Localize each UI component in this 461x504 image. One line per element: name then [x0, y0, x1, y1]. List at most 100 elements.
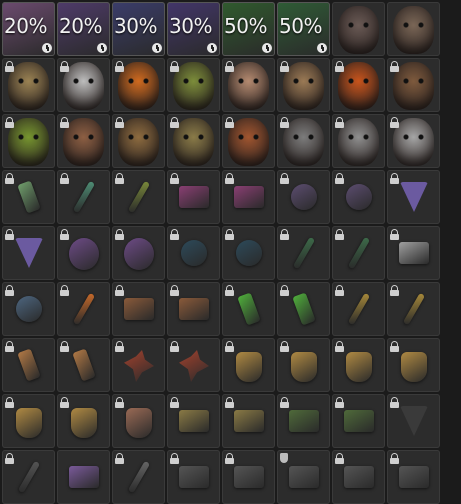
item-tile[interactable]: [112, 282, 165, 336]
item-tile[interactable]: [332, 394, 385, 448]
item-tile[interactable]: [167, 226, 220, 280]
partial-5-icon: [234, 466, 264, 488]
lock-icon: [115, 453, 124, 464]
lock-icon: [225, 341, 234, 352]
item-tile[interactable]: [112, 450, 165, 504]
item-tile[interactable]: [387, 450, 440, 504]
eyes-icon: [16, 78, 41, 84]
item-tile[interactable]: [112, 170, 165, 224]
lock-icon: [170, 341, 179, 352]
lock-icon: [280, 285, 289, 296]
avatar-tile[interactable]: [2, 114, 55, 168]
item-tile[interactable]: [387, 226, 440, 280]
item-tile[interactable]: [2, 226, 55, 280]
item-tile[interactable]: [57, 394, 110, 448]
avatar-tile[interactable]: [57, 58, 110, 112]
lock-icon: [225, 453, 234, 464]
item-tile[interactable]: [222, 282, 275, 336]
lock-icon: [280, 397, 289, 408]
item-tile[interactable]: [167, 394, 220, 448]
item-tile[interactable]: [222, 170, 275, 224]
item-tile[interactable]: [2, 170, 55, 224]
bonus-tile[interactable]: 30%: [167, 2, 220, 56]
item-tile[interactable]: [222, 394, 275, 448]
avatar-tile[interactable]: [332, 2, 385, 56]
item-tile[interactable]: [167, 338, 220, 392]
avatar-tile[interactable]: [2, 58, 55, 112]
item-tile[interactable]: [2, 282, 55, 336]
item-tile[interactable]: [332, 282, 385, 336]
item-tile[interactable]: [387, 338, 440, 392]
item-tile[interactable]: [57, 338, 110, 392]
item-tile[interactable]: [57, 282, 110, 336]
mummy-face-icon: [118, 118, 159, 166]
bonus-percent: 30%: [169, 14, 212, 38]
avatar-tile[interactable]: [387, 58, 440, 112]
item-tile[interactable]: [167, 170, 220, 224]
lock-icon: [280, 173, 289, 184]
item-tile[interactable]: [387, 394, 440, 448]
item-tile[interactable]: [2, 450, 55, 504]
avatar-tile[interactable]: [387, 2, 440, 56]
bonus-tile[interactable]: 30%: [112, 2, 165, 56]
bonus-tile[interactable]: 50%: [222, 2, 275, 56]
eyes-icon: [401, 78, 426, 84]
item-tile[interactable]: [112, 338, 165, 392]
item-tile[interactable]: [222, 226, 275, 280]
item-tile[interactable]: [387, 282, 440, 336]
triangle-string-icon: [400, 406, 428, 436]
bonus-tile[interactable]: 20%: [2, 2, 55, 56]
avatar-tile[interactable]: [167, 58, 220, 112]
avatar-tile[interactable]: [332, 114, 385, 168]
avatar-tile[interactable]: [277, 114, 330, 168]
green-pendant-2-icon: [292, 292, 316, 326]
item-tile[interactable]: [277, 226, 330, 280]
item-tile[interactable]: [277, 338, 330, 392]
avatar-tile[interactable]: [57, 114, 110, 168]
avatar-tile[interactable]: [222, 114, 275, 168]
item-tile[interactable]: [167, 282, 220, 336]
avatar-tile[interactable]: [167, 114, 220, 168]
item-tile[interactable]: [277, 170, 330, 224]
item-tile[interactable]: [277, 394, 330, 448]
item-tile[interactable]: [222, 450, 275, 504]
item-tile[interactable]: [57, 170, 110, 224]
item-tile[interactable]: [332, 338, 385, 392]
gold-dogtag-4-icon: [401, 352, 427, 382]
item-tile[interactable]: [222, 338, 275, 392]
item-tile[interactable]: [332, 226, 385, 280]
bonus-tile[interactable]: 20%: [57, 2, 110, 56]
avatar-tile[interactable]: [387, 114, 440, 168]
avatar-tile[interactable]: [112, 58, 165, 112]
avatar-tile[interactable]: [332, 58, 385, 112]
item-tile[interactable]: [332, 450, 385, 504]
item-tile[interactable]: [167, 450, 220, 504]
lock-icon: [390, 173, 399, 184]
partial-6-icon: [289, 466, 319, 488]
lock-icon: [60, 117, 69, 128]
purple-triangle-icon: [400, 182, 428, 212]
green-monster-face-icon: [8, 118, 49, 166]
item-tile[interactable]: [112, 394, 165, 448]
bonus-tile[interactable]: 50%: [277, 2, 330, 56]
item-tile[interactable]: [112, 226, 165, 280]
item-tile[interactable]: [57, 226, 110, 280]
purple-tray-2-icon: [234, 186, 264, 208]
avatar-tile[interactable]: [277, 58, 330, 112]
orange-mask-face-icon: [338, 62, 379, 110]
shield-icon: [280, 453, 288, 463]
scowl-face-icon: [393, 62, 434, 110]
avatar-tile[interactable]: [112, 114, 165, 168]
avatar-tile[interactable]: [222, 58, 275, 112]
item-tile[interactable]: [277, 450, 330, 504]
lock-icon: [170, 173, 179, 184]
item-tile[interactable]: [277, 282, 330, 336]
item-tile[interactable]: [57, 450, 110, 504]
lock-icon: [5, 173, 14, 184]
item-tile[interactable]: [332, 170, 385, 224]
item-tile[interactable]: [387, 170, 440, 224]
item-tile[interactable]: [2, 338, 55, 392]
old-man-face-icon: [228, 62, 269, 110]
item-tile[interactable]: [2, 394, 55, 448]
lock-icon: [390, 341, 399, 352]
